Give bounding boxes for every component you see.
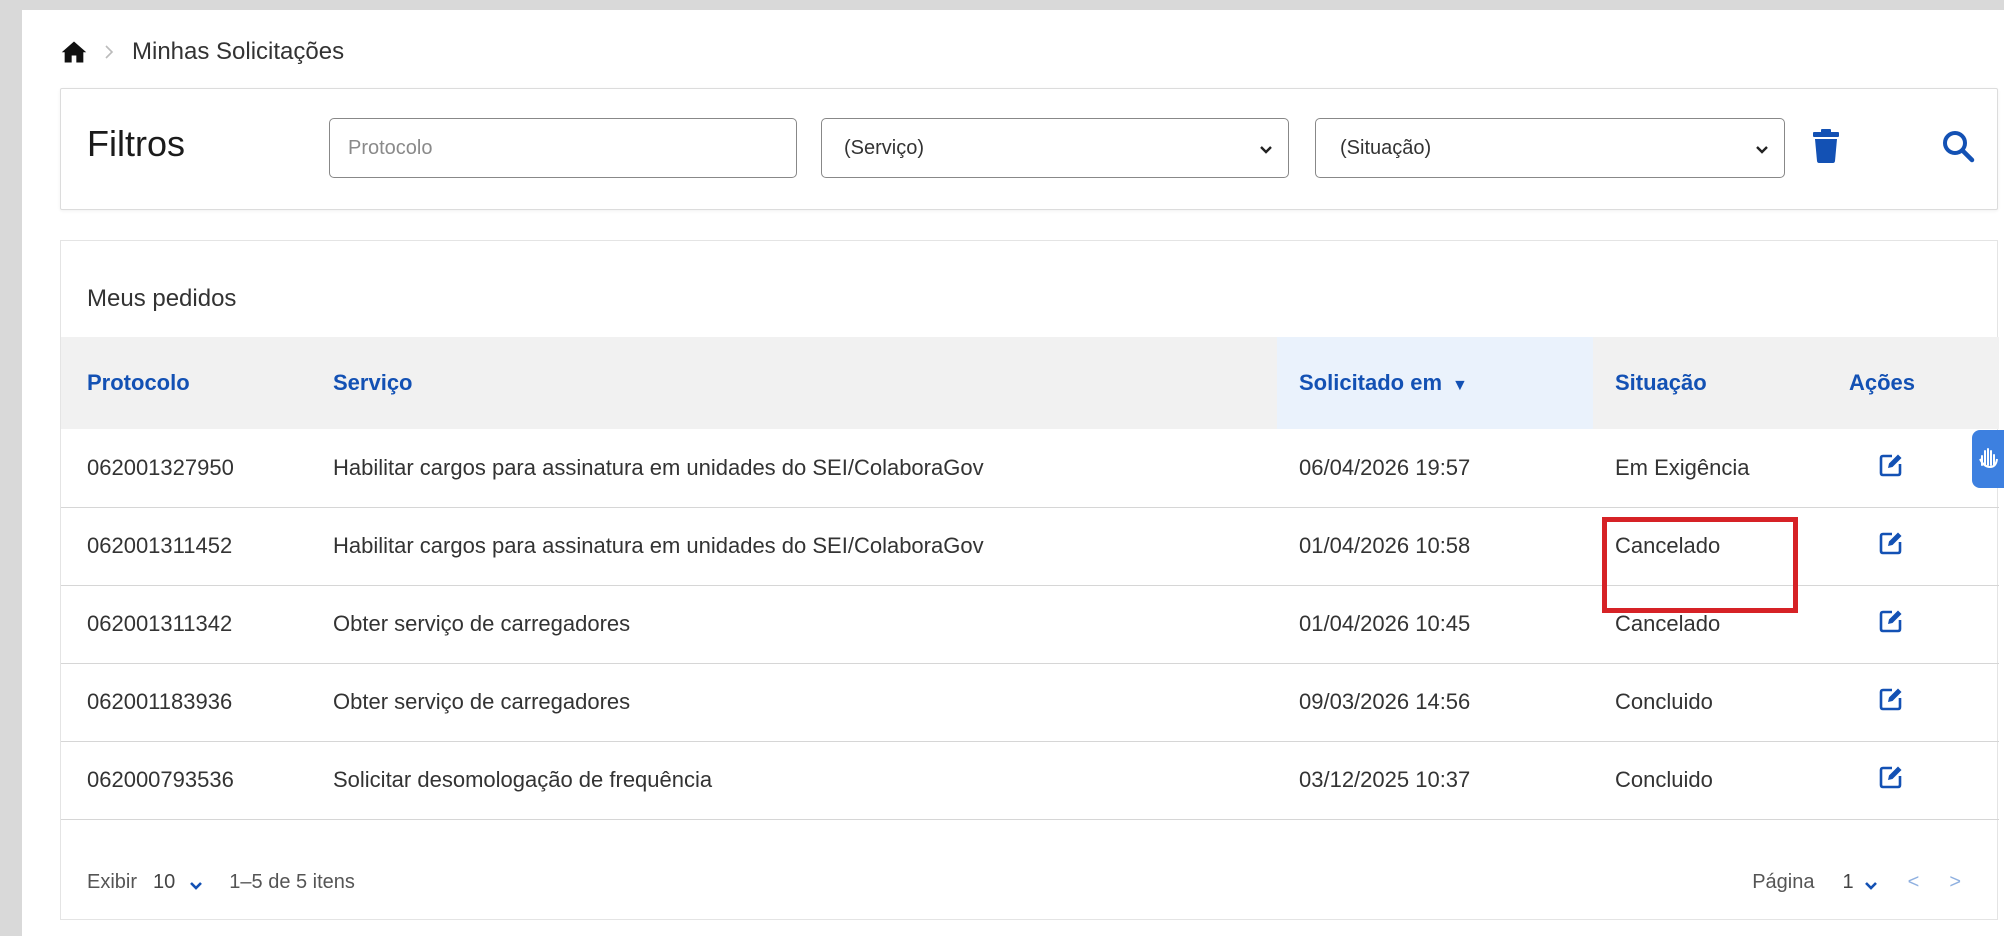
- cell-service: Obter serviço de carregadores: [333, 611, 631, 636]
- chevron-down-icon: [1258, 141, 1274, 157]
- cell-service: Habilitar cargos para assinatura em unid…: [333, 533, 984, 558]
- pagination: Exibir 10 1–5 de 5 itens Página 1 < >: [61, 859, 1999, 911]
- table-row: 062001327950 Habilitar cargos para assin…: [61, 429, 1999, 507]
- status-select[interactable]: (Situação): [1315, 118, 1785, 178]
- page-size-control: Exibir 10 1–5 de 5 itens: [87, 871, 355, 894]
- search-icon[interactable]: [1941, 129, 1975, 163]
- cell-actions: [1835, 507, 1999, 585]
- chevron-down-icon[interactable]: [189, 876, 203, 890]
- cell-status: Concluido: [1615, 689, 1713, 714]
- edit-icon[interactable]: [1879, 687, 1903, 711]
- cell-requested: 01/04/2026 10:58: [1299, 533, 1471, 558]
- column-header-protocol[interactable]: Protocolo: [61, 337, 333, 429]
- edit-icon[interactable]: [1879, 531, 1903, 555]
- breadcrumb-current: Minhas Solicitações: [132, 38, 345, 65]
- edit-icon[interactable]: [1879, 453, 1903, 477]
- prev-page-button[interactable]: <: [1908, 871, 1920, 894]
- orders-caption: Meus pedidos: [87, 285, 237, 312]
- highlight-box: [1602, 517, 1798, 613]
- edit-icon[interactable]: [1879, 765, 1903, 789]
- page-size-select[interactable]: 10: [153, 871, 175, 894]
- table-header-row: Protocolo Serviço Solicitado em ▼ Situaçã…: [61, 337, 1999, 429]
- service-select-value: (Serviço): [844, 136, 925, 159]
- service-select[interactable]: (Serviço): [821, 118, 1289, 178]
- home-icon[interactable]: [60, 38, 88, 66]
- cell-actions: [1835, 663, 1999, 741]
- page: Minhas Solicitações Filtros (Serviço) (S…: [22, 10, 2004, 936]
- cell-requested: 09/03/2026 14:56: [1299, 689, 1471, 714]
- page-label: Página: [1752, 871, 1815, 893]
- cell-actions: [1835, 585, 1999, 663]
- breadcrumb: Minhas Solicitações: [60, 32, 344, 72]
- cell-status: Em Exigência: [1615, 454, 1750, 480]
- cell-protocol: 062000793536: [87, 767, 234, 792]
- cell-requested: 06/04/2026 19:57: [1299, 454, 1471, 480]
- items-range: 1–5 de 5 itens: [229, 871, 355, 893]
- cell-protocol: 062001327950: [87, 454, 234, 480]
- edit-icon[interactable]: [1879, 609, 1903, 633]
- column-header-actions: Ações: [1849, 370, 1916, 395]
- filters-title: Filtros: [87, 123, 185, 164]
- cell-requested: 03/12/2025 10:37: [1299, 767, 1471, 792]
- cell-protocol: 062001183936: [87, 689, 233, 714]
- table-row: 062001183936 Obter serviço de carregador…: [61, 663, 1999, 741]
- chevron-down-icon: [1754, 141, 1770, 157]
- page-select[interactable]: 1: [1843, 871, 1854, 894]
- chevron-right-icon: [104, 42, 120, 62]
- trash-icon[interactable]: [1813, 129, 1839, 163]
- cell-requested: 01/04/2026 10:45: [1299, 611, 1471, 636]
- chevron-down-icon[interactable]: [1864, 876, 1878, 890]
- column-header-service[interactable]: Serviço: [333, 337, 1277, 429]
- cell-protocol: 062001311342: [87, 611, 233, 636]
- cell-actions: [1835, 741, 1999, 819]
- status-select-value: (Situação): [1340, 136, 1432, 159]
- cell-service: Obter serviço de carregadores: [333, 689, 631, 714]
- cell-protocol: 062001311452: [87, 533, 233, 558]
- page-control: Página 1 < >: [1752, 871, 1961, 894]
- sort-desc-icon: ▼: [1452, 377, 1468, 394]
- next-page-button[interactable]: >: [1949, 871, 1961, 894]
- column-header-requested-label: Solicitado em: [1299, 370, 1443, 395]
- cell-service: Habilitar cargos para assinatura em unid…: [333, 454, 984, 480]
- cell-status: Concluido: [1615, 767, 1713, 792]
- table-row: 062000793536 Solicitar desomologação de …: [61, 741, 1999, 819]
- page-size-label: Exibir: [87, 871, 138, 893]
- column-header-status[interactable]: Situação: [1593, 337, 1835, 429]
- accessibility-widget[interactable]: [1972, 430, 2004, 488]
- filters-panel: Filtros (Serviço) (Situação): [60, 88, 1998, 210]
- accessibility-hands-icon: [1976, 445, 2000, 474]
- protocol-input[interactable]: [329, 118, 797, 178]
- column-header-requested[interactable]: Solicitado em ▼: [1277, 337, 1593, 429]
- cell-service: Solicitar desomologação de frequência: [333, 767, 713, 792]
